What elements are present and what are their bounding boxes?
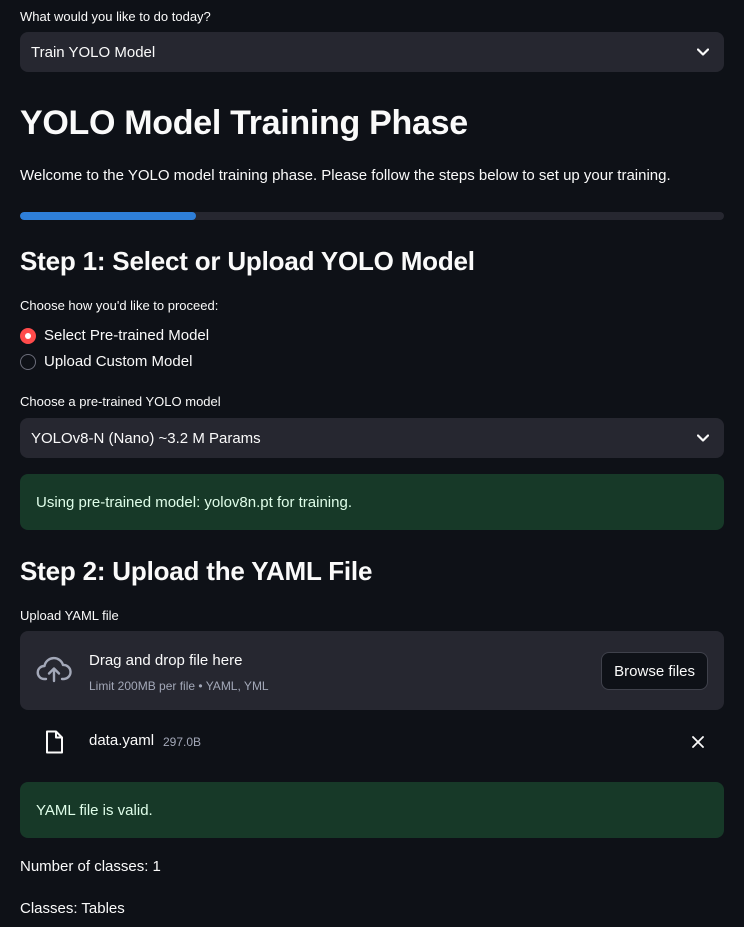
close-icon[interactable] bbox=[688, 732, 708, 752]
file-size: 297.0B bbox=[163, 735, 202, 749]
file-name: data.yaml bbox=[89, 732, 155, 749]
model-select[interactable]: YOLOv8-N (Nano) ~3.2 M Params bbox=[20, 418, 724, 458]
classes-text: Classes: Tables bbox=[20, 900, 125, 917]
yaml-valid-text: YAML file is valid. bbox=[36, 801, 153, 819]
page-title: YOLO Model Training Phase bbox=[20, 104, 468, 142]
proceed-radio-label: Choose how you'd like to proceed: bbox=[20, 298, 219, 313]
step2-heading: Step 2: Upload the YAML File bbox=[20, 556, 373, 586]
radio-upload-custom[interactable]: Upload Custom Model bbox=[20, 353, 192, 370]
browse-files-button[interactable]: Browse files bbox=[601, 652, 708, 690]
radio-selected-icon bbox=[20, 327, 36, 344]
chevron-down-icon bbox=[696, 431, 710, 445]
step1-heading: Step 1: Select or Upload YOLO Model bbox=[20, 246, 475, 276]
file-icon bbox=[44, 730, 64, 754]
action-select-value: Train YOLO Model bbox=[31, 43, 156, 61]
radio-select-pretrained[interactable]: Select Pre-trained Model bbox=[20, 327, 209, 344]
app-main: What would you like to do today? Train Y… bbox=[0, 0, 744, 927]
radio-unselected-icon bbox=[20, 353, 36, 370]
action-select[interactable]: Train YOLO Model bbox=[20, 32, 724, 72]
num-classes-text: Number of classes: 1 bbox=[20, 858, 161, 875]
dropzone-subtitle: Limit 200MB per file • YAML, YML bbox=[89, 679, 269, 693]
model-success-text: Using pre-trained model: yolov8n.pt for … bbox=[36, 493, 352, 511]
model-select-label: Choose a pre-trained YOLO model bbox=[20, 394, 221, 409]
yaml-dropzone[interactable]: Drag and drop file here Limit 200MB per … bbox=[20, 631, 724, 710]
model-success-alert: Using pre-trained model: yolov8n.pt for … bbox=[20, 474, 724, 530]
yaml-uploader-label: Upload YAML file bbox=[20, 608, 119, 623]
welcome-text: Welcome to the YOLO model training phase… bbox=[20, 167, 671, 184]
uploaded-file-item: data.yaml 297.0B bbox=[20, 726, 724, 758]
progress-bar bbox=[20, 212, 724, 220]
radio-option-label: Select Pre-trained Model bbox=[44, 327, 210, 344]
radio-option-label: Upload Custom Model bbox=[44, 353, 193, 370]
action-select-label: What would you like to do today? bbox=[20, 9, 211, 24]
chevron-down-icon bbox=[696, 45, 710, 59]
model-select-value: YOLOv8-N (Nano) ~3.2 M Params bbox=[31, 429, 261, 447]
progress-bar-fill bbox=[20, 212, 196, 220]
cloud-upload-icon bbox=[36, 655, 72, 683]
dropzone-title: Drag and drop file here bbox=[89, 652, 243, 669]
yaml-valid-alert: YAML file is valid. bbox=[20, 782, 724, 838]
